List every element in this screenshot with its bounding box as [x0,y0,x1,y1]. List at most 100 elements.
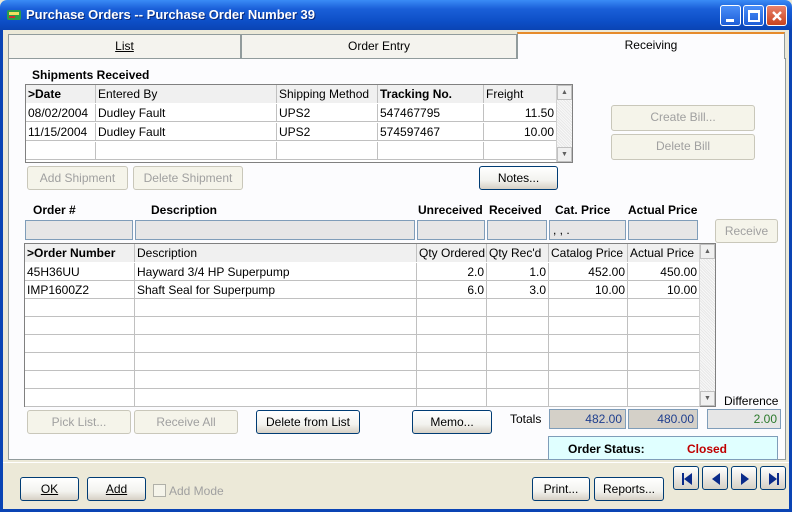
cat-price-input[interactable]: , , . [549,220,626,240]
tab-label: Receiving [624,38,678,52]
actual-price-header: Actual Price [628,203,698,217]
cell-empty [25,371,135,389]
cell-empty [549,353,628,371]
tab-order-entry[interactable]: Order Entry [241,34,517,58]
shipments-header-row: >Date Entered By Shipping Method Trackin… [26,85,557,103]
shipments-scrollbar[interactable]: ▲ ▼ [556,85,572,162]
tab-label: Order Entry [347,39,410,53]
next-record-button[interactable] [731,466,757,490]
table-row[interactable]: 45H36UU Hayward 3/4 HP Superpump 2.0 1.0… [25,263,700,281]
tab-receiving[interactable]: Receiving [517,32,785,59]
cell-description: Shaft Seal for Superpump [135,281,417,299]
table-row[interactable]: IMP1600Z2 Shaft Seal for Superpump 6.0 3… [25,281,700,299]
table-row[interactable] [26,142,557,160]
cell-empty [26,142,96,160]
minimize-button[interactable] [720,5,741,26]
create-bill-button[interactable]: Create Bill... [611,105,755,131]
tab-list[interactable]: List [8,34,241,58]
maximize-button[interactable] [743,5,764,26]
table-row[interactable]: 11/15/2004 Dudley Fault UPS2 574597467 1… [26,123,557,141]
first-record-button[interactable] [673,466,699,490]
column-header-qty-ordered[interactable]: Qty Ordered [417,244,487,262]
cell-order-number: IMP1600Z2 [25,281,135,299]
unreceived-input[interactable] [417,220,485,240]
app-icon [6,7,22,23]
cell-qty-ordered: 2.0 [417,263,487,281]
cell-empty [135,317,417,335]
shipments-section-label: Shipments Received [32,68,150,82]
add-button[interactable]: Add [87,477,146,501]
first-record-icon [682,473,692,485]
cell-empty [549,371,628,389]
cell-empty [549,299,628,317]
delete-shipment-button[interactable]: Delete Shipment [133,166,243,190]
ok-button[interactable]: OK [20,477,79,501]
cell-empty [25,389,135,407]
unreceived-header: Unreceived [418,203,483,217]
items-grid[interactable]: >Order Number Description Qty Ordered Qt… [24,243,716,407]
scroll-down-icon[interactable]: ▼ [700,391,715,406]
print-button[interactable]: Print... [532,477,590,501]
cell-empty [417,371,487,389]
table-row[interactable] [25,353,700,371]
cell-empty [549,335,628,353]
column-header-order-number[interactable]: >Order Number [25,244,135,262]
table-row[interactable]: 08/02/2004 Dudley Fault UPS2 547467795 1… [26,104,557,122]
cell-empty [25,299,135,317]
notes-button[interactable]: Notes... [479,166,558,190]
last-record-button[interactable] [760,466,786,490]
add-mode-checkbox[interactable] [153,484,166,497]
cell-freight: 11.50 [484,104,557,122]
cell-empty [277,142,378,160]
pick-list-button[interactable]: Pick List... [27,410,131,434]
cell-empty [628,317,700,335]
cell-order-number: 45H36UU [25,263,135,281]
description-input[interactable] [135,220,415,240]
cell-empty [25,353,135,371]
scroll-down-icon[interactable]: ▼ [557,147,572,162]
cell-empty [487,317,549,335]
difference-label: Difference [724,394,779,408]
close-button[interactable] [766,5,787,26]
previous-record-button[interactable] [702,466,728,490]
cell-empty [135,299,417,317]
table-row[interactable] [25,371,700,389]
reports-button[interactable]: Reports... [594,477,664,501]
cell-empty [417,389,487,407]
table-row[interactable] [25,299,700,317]
column-header-shipping-method[interactable]: Shipping Method [277,85,378,103]
cell-empty [549,317,628,335]
column-header-actual-price[interactable]: Actual Price [628,244,700,262]
table-row[interactable] [25,389,700,407]
next-record-icon [741,473,749,485]
order-status-value: Closed [687,442,728,456]
receive-all-button[interactable]: Receive All [134,410,238,434]
cell-empty [487,299,549,317]
table-row[interactable] [25,317,700,335]
column-header-date[interactable]: >Date [26,85,96,103]
items-scrollbar[interactable]: ▲ ▼ [699,244,715,406]
receive-button[interactable]: Receive [715,219,778,243]
column-header-freight[interactable]: Freight [484,85,557,103]
order-status-label: Order Status: [568,442,645,456]
column-header-tracking-no[interactable]: Tracking No. [378,85,484,103]
delete-bill-button[interactable]: Delete Bill [611,134,755,160]
cell-tracking-no: 574597467 [378,123,484,141]
column-header-entered-by[interactable]: Entered By [96,85,277,103]
cell-empty [628,389,700,407]
cell-empty [417,317,487,335]
memo-button[interactable]: Memo... [412,410,492,434]
scroll-up-icon[interactable]: ▲ [700,244,715,259]
shipments-grid[interactable]: >Date Entered By Shipping Method Trackin… [25,84,573,163]
received-input[interactable] [487,220,547,240]
column-header-catalog-price[interactable]: Catalog Price [549,244,628,262]
column-header-qty-recd[interactable]: Qty Rec'd [487,244,549,262]
actual-price-input[interactable] [628,220,698,240]
delete-from-list-button[interactable]: Delete from List [256,410,360,434]
add-shipment-button[interactable]: Add Shipment [27,166,128,190]
column-header-description[interactable]: Description [135,244,417,262]
order-number-input[interactable] [25,220,133,240]
scroll-up-icon[interactable]: ▲ [557,85,572,100]
order-number-header: Order # [33,203,76,217]
table-row[interactable] [25,335,700,353]
